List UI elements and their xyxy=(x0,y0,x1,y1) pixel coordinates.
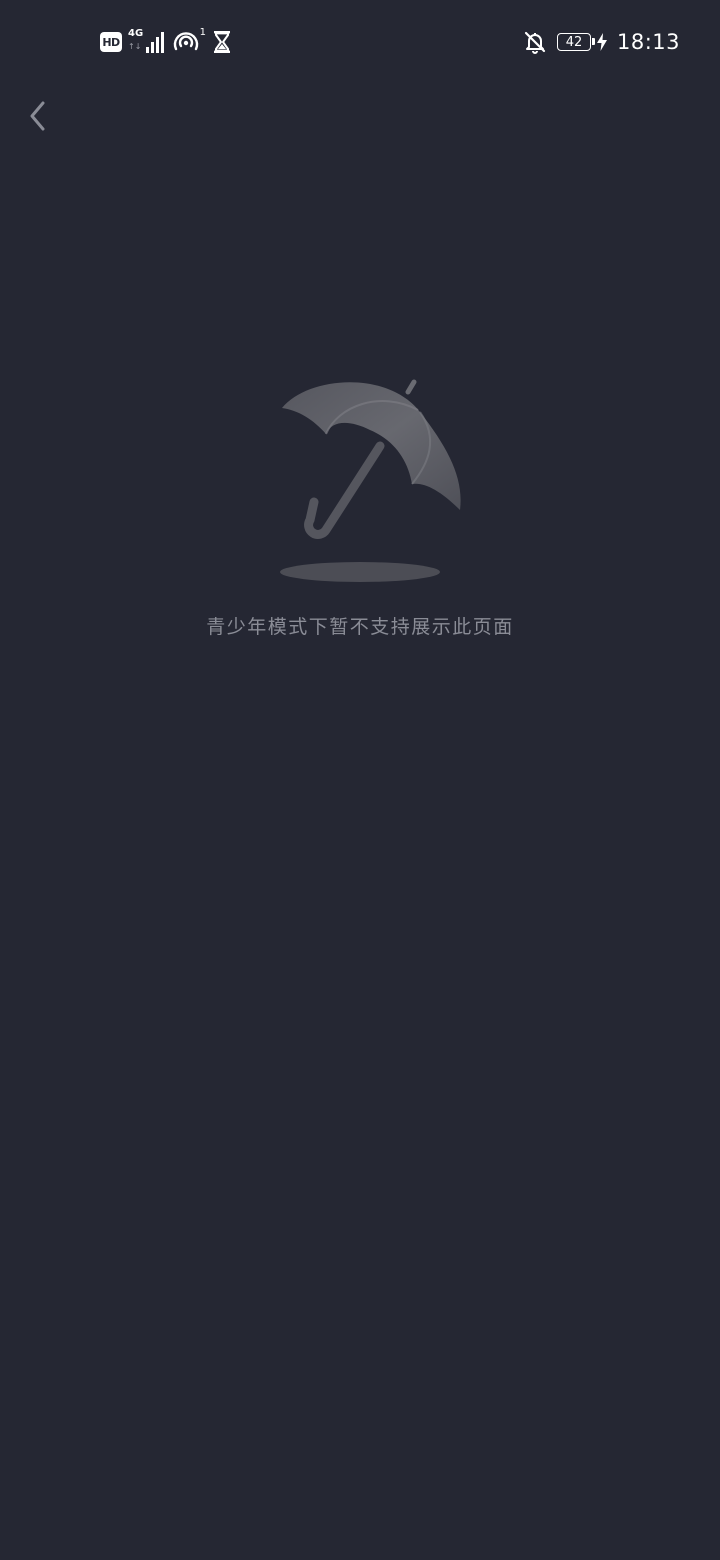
status-time: 18:13 xyxy=(616,30,680,54)
status-bar: HD 4G ↑↓ 1 42 18:13 xyxy=(0,0,720,84)
bell-off-icon xyxy=(524,31,546,54)
umbrella-icon xyxy=(280,379,461,582)
back-button[interactable] xyxy=(18,94,58,138)
hotspot-icon xyxy=(173,32,199,51)
hd-badge: HD xyxy=(100,32,122,52)
hourglass-icon xyxy=(214,31,230,53)
status-bar-left: HD 4G ↑↓ 1 xyxy=(100,26,232,58)
chevron-left-icon xyxy=(30,101,45,131)
status-bar-right: 42 18:13 xyxy=(523,26,680,58)
lightning-icon xyxy=(596,33,607,51)
signal-bars-icon xyxy=(146,32,164,53)
empty-state-message: 青少年模式下暂不支持展示此页面 xyxy=(206,616,514,638)
hotspot-indicator: 1 xyxy=(172,27,206,55)
screen: HD 4G ↑↓ 1 42 18:13 青少年模式下暂不支持展示此页面 xyxy=(0,0,720,1560)
battery-indicator: 42 xyxy=(556,33,595,51)
battery-level: 42 xyxy=(565,34,583,50)
mobile-network-indicator: 4G ↑↓ xyxy=(128,29,166,55)
hotspot-device-count: 1 xyxy=(199,27,206,38)
